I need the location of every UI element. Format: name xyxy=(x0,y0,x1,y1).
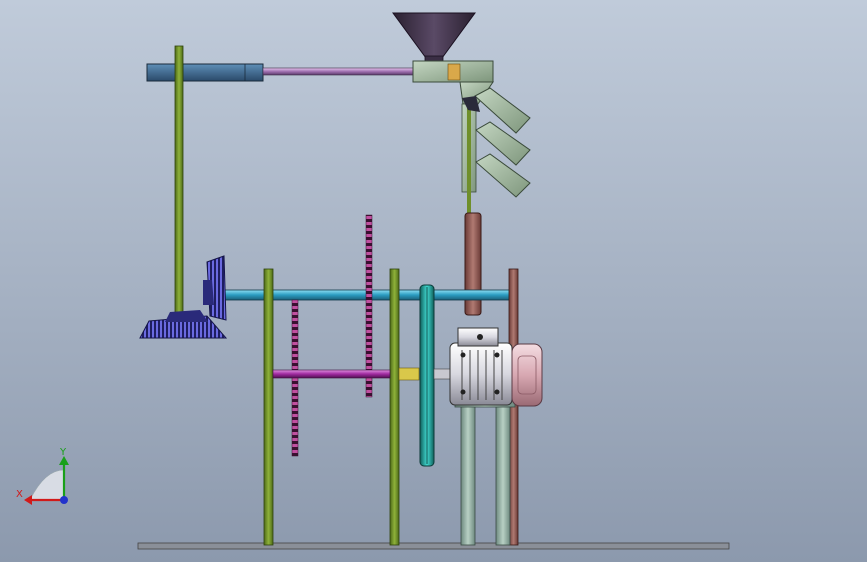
cad-viewport[interactable]: Y X xyxy=(0,0,867,562)
v-belt-pulley[interactable] xyxy=(419,284,435,467)
hopper[interactable] xyxy=(392,12,476,67)
motor-stand[interactable] xyxy=(454,397,516,546)
triad-z-dot xyxy=(60,496,68,504)
feed-rod[interactable] xyxy=(262,67,416,76)
triad-plane-icon xyxy=(29,469,65,501)
motor-fan-cover[interactable] xyxy=(511,343,543,407)
assembly-scene[interactable]: Y X xyxy=(0,0,867,562)
frame-upright-left[interactable] xyxy=(263,268,274,546)
coordinate-triad: Y X xyxy=(16,447,69,505)
electric-motor[interactable] xyxy=(433,327,513,406)
triad-x-label: X xyxy=(16,489,23,500)
vertical-drive-shaft[interactable] xyxy=(174,45,184,329)
upper-gearbox[interactable] xyxy=(146,63,264,82)
base-plate[interactable] xyxy=(137,542,730,550)
main-shaft[interactable] xyxy=(212,289,511,301)
lower-shaft[interactable] xyxy=(272,369,391,379)
feeder-inner-shaft xyxy=(467,104,471,214)
frame-upright-middle[interactable] xyxy=(389,268,400,546)
coupling[interactable] xyxy=(398,367,420,381)
triad-y-label: Y xyxy=(59,447,67,458)
